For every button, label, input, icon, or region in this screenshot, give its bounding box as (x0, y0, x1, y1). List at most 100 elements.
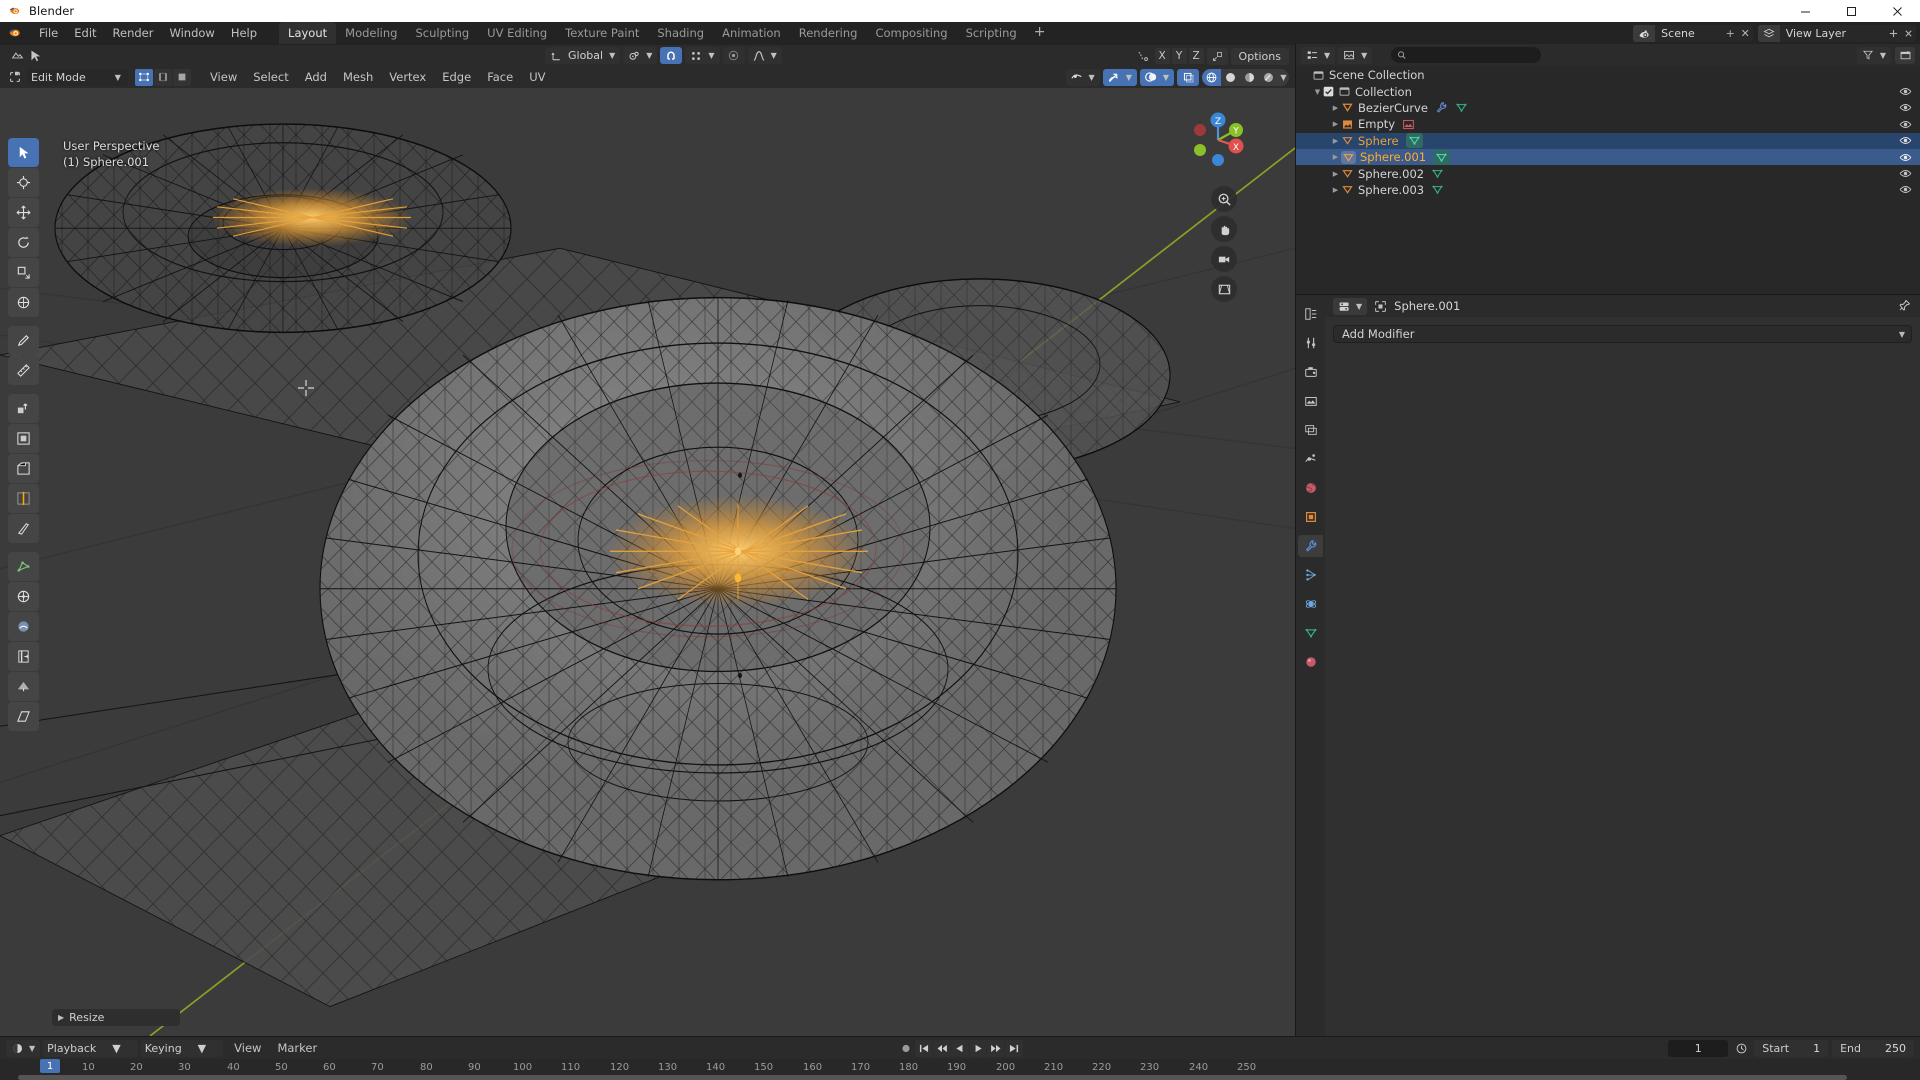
select-mode-icon[interactable] (26, 47, 44, 64)
properties-editor-type-icon[interactable] (1298, 303, 1323, 325)
edge-slide-tool-button[interactable] (8, 642, 39, 671)
expand-triangle-icon[interactable]: ▶ (1330, 137, 1341, 145)
next-keyframe-button[interactable] (988, 1040, 1005, 1057)
snap-mode-dropdown[interactable]: ▼ (685, 47, 719, 64)
overlays-toggle[interactable]: ▼ (1140, 69, 1174, 86)
bevel-tool-button[interactable] (8, 454, 39, 483)
scale-tool-button[interactable] (8, 258, 39, 287)
outliner-search-input[interactable] (1407, 49, 1536, 61)
poly-build-tool-button[interactable] (8, 552, 39, 581)
menu-render[interactable]: Render (105, 23, 162, 43)
measure-tool-button[interactable] (8, 356, 39, 385)
properties-editor-type-dropdown[interactable]: ▼ (1333, 298, 1367, 315)
menu-window[interactable]: Window (161, 23, 222, 43)
viewport-editor-type-icon[interactable] (6, 69, 24, 86)
outliner-row-scene-collection[interactable]: Scene Collection (1296, 67, 1920, 83)
viewport-menu-select[interactable]: Select (245, 67, 296, 87)
properties-tab-scene[interactable] (1298, 448, 1323, 470)
add-workspace-button[interactable]: + (1026, 23, 1054, 44)
outliner-row-empty[interactable]: ▶ Empty (1296, 116, 1920, 132)
jump-to-start-button[interactable] (916, 1040, 933, 1057)
expand-triangle-icon[interactable]: ▶ (1330, 104, 1341, 112)
viewport-menu-add[interactable]: Add (297, 67, 335, 87)
smooth-tool-button[interactable] (8, 612, 39, 641)
workspace-tab-shading[interactable]: Shading (648, 22, 713, 44)
timeline-menu-marker[interactable]: Marker (269, 1038, 325, 1058)
new-view-layer-button[interactable] (1886, 25, 1901, 42)
extrude-region-tool-button[interactable] (8, 394, 39, 423)
interaction-mode-dropdown[interactable]: Edit Mode ▼ (27, 69, 128, 86)
new-scene-button[interactable]: + (1723, 25, 1738, 42)
eye-icon[interactable] (1899, 85, 1912, 98)
rotate-tool-button[interactable] (8, 228, 39, 257)
properties-tab-particles[interactable] (1298, 564, 1323, 586)
workspace-tab-layout[interactable]: Layout (279, 22, 336, 44)
view-layer-selector[interactable]: View Layer (1758, 25, 1916, 42)
rendered-shading-button[interactable] (1259, 69, 1278, 86)
remove-view-layer-button[interactable] (1901, 25, 1916, 42)
loop-cut-tool-button[interactable] (8, 484, 39, 513)
gizmo-toggle[interactable]: ▼ (1103, 69, 1137, 86)
workspace-tab-sculpting[interactable]: Sculpting (406, 22, 478, 44)
properties-tab-render[interactable] (1298, 361, 1323, 383)
outliner-row-beziercurve[interactable]: ▶ BezierCurve (1296, 100, 1920, 116)
outliner-row-sphere-001[interactable]: ▶ Sphere.001 (1296, 149, 1920, 165)
spin-tool-button[interactable] (8, 582, 39, 611)
unlink-scene-button[interactable]: ✕ (1738, 25, 1753, 42)
eye-icon[interactable] (1899, 151, 1912, 164)
proportional-connected-icon[interactable] (1134, 48, 1152, 65)
mesh-data-icon[interactable] (1431, 183, 1444, 196)
properties-tab-modifier[interactable] (1298, 535, 1323, 557)
properties-tab-output[interactable] (1298, 390, 1323, 412)
snap-toggle-button[interactable] (660, 47, 682, 64)
workspace-tab-rendering[interactable]: Rendering (790, 22, 867, 44)
eye-icon[interactable] (1899, 183, 1912, 196)
eye-icon[interactable] (1899, 118, 1912, 131)
inset-faces-tool-button[interactable] (8, 424, 39, 453)
transform-tool-button[interactable] (8, 288, 39, 317)
properties-tab-object[interactable] (1298, 506, 1323, 528)
menu-edit[interactable]: Edit (66, 23, 104, 43)
workspace-tab-scripting[interactable]: Scripting (957, 22, 1026, 44)
add-modifier-button[interactable]: Add Modifier ▼ (1333, 325, 1912, 343)
playback-dropdown[interactable]: Playback ▼ (43, 1040, 138, 1057)
new-collection-button[interactable] (1895, 47, 1915, 64)
move-tool-button[interactable] (8, 198, 39, 227)
outliner-editor-type-button[interactable]: ▼ (1301, 47, 1335, 64)
viewport-menu-face[interactable]: Face (479, 67, 521, 87)
axis-lock-y[interactable]: Y (1172, 48, 1187, 64)
eye-icon[interactable] (1899, 134, 1912, 147)
scene-selector[interactable]: Scene + ✕ (1633, 25, 1753, 42)
checkbox-checked-icon[interactable] (1323, 86, 1334, 97)
cursor-tool-button[interactable] (8, 168, 39, 197)
image-data-icon[interactable] (1402, 118, 1415, 131)
workspace-tab-modeling[interactable]: Modeling (336, 22, 406, 44)
workspace-tab-uv-editing[interactable]: UV Editing (478, 22, 556, 44)
solid-shading-button[interactable] (1221, 69, 1240, 86)
playhead-marker[interactable]: 1 (40, 1059, 60, 1073)
camera-view-button[interactable] (1211, 246, 1237, 272)
workspace-tab-texture-paint[interactable]: Texture Paint (556, 22, 648, 44)
pin-icon[interactable] (1897, 299, 1911, 313)
viewport-menu-vertex[interactable]: Vertex (381, 67, 434, 87)
knife-tool-button[interactable] (8, 514, 39, 543)
expand-triangle-icon[interactable]: ▼ (1312, 88, 1323, 96)
eye-icon[interactable] (1899, 101, 1912, 114)
visibility-dropdown[interactable]: ▼ (1066, 69, 1100, 86)
operator-redo-panel[interactable]: ▶ Resize (52, 1009, 180, 1026)
options-dropdown[interactable]: Options (1231, 48, 1289, 65)
wireframe-shading-button[interactable] (1202, 69, 1221, 86)
editor-type-icon[interactable] (8, 47, 26, 64)
mesh-data-icon[interactable] (1433, 150, 1450, 165)
expand-triangle-icon[interactable]: ▶ (1330, 170, 1341, 178)
menu-file[interactable]: File (31, 23, 66, 43)
mesh-data-icon[interactable] (1455, 101, 1468, 114)
properties-tab-world[interactable] (1298, 477, 1323, 499)
xray-toggle[interactable] (1177, 69, 1199, 86)
annotate-tool-button[interactable] (8, 326, 39, 355)
mesh-data-icon[interactable] (1406, 133, 1423, 148)
properties-tab-object-data[interactable] (1298, 622, 1323, 644)
auto-keying-button[interactable] (898, 1040, 915, 1057)
keying-dropdown[interactable]: Keying ▼ (141, 1040, 223, 1057)
outliner-row-sphere[interactable]: ▶ Sphere (1296, 133, 1920, 149)
